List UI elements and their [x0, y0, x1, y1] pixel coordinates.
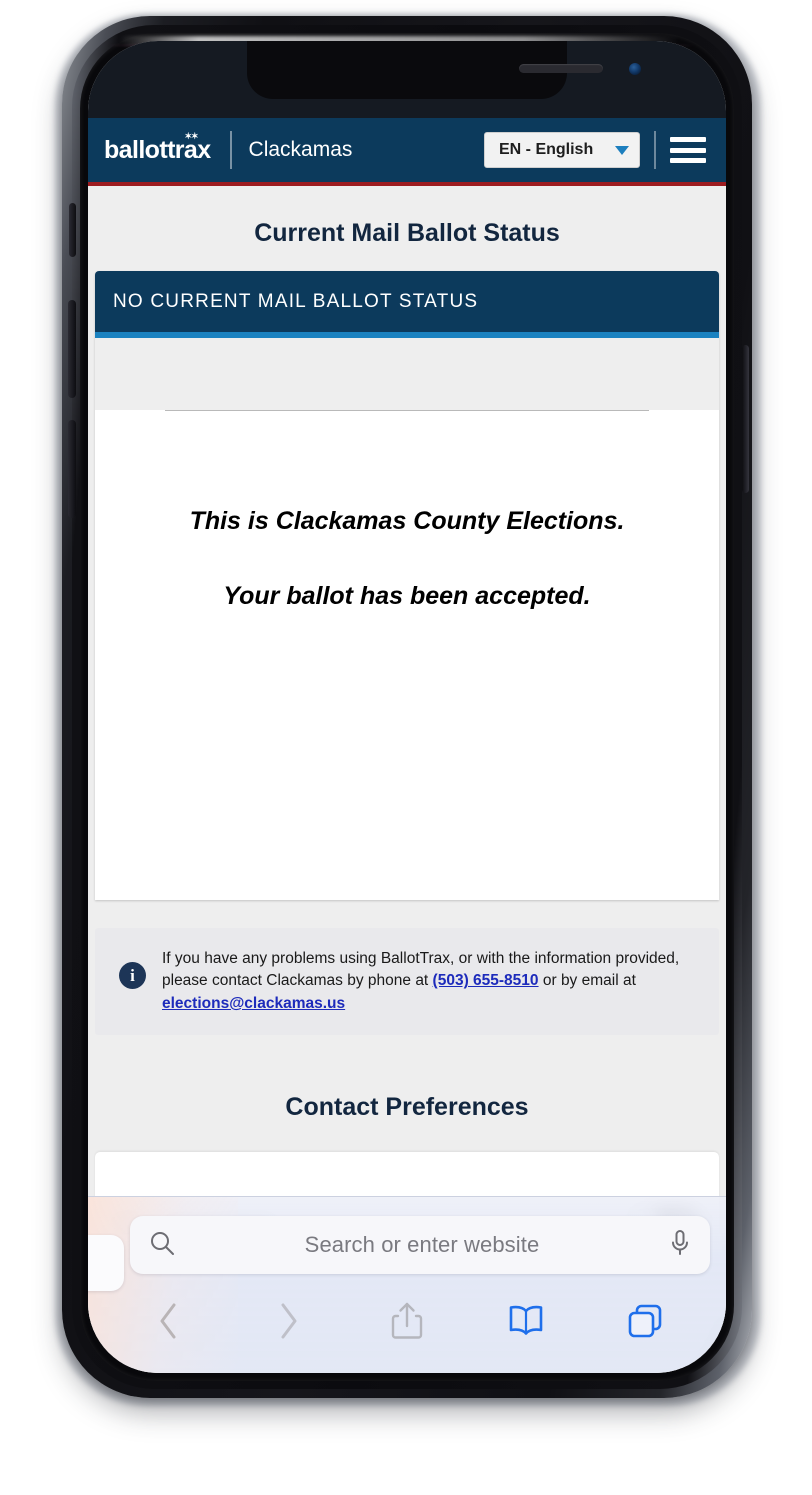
browser-toolbar	[88, 1289, 726, 1353]
front-camera-icon	[629, 63, 641, 75]
header-divider-2	[654, 131, 656, 169]
address-bar[interactable]: Search or enter website	[130, 1216, 710, 1274]
language-select[interactable]: EN - English	[484, 132, 640, 168]
share-button[interactable]	[376, 1293, 438, 1349]
support-email-link[interactable]: elections@clackamas.us	[162, 995, 345, 1012]
help-text-part-2: or by email at	[538, 972, 636, 990]
hamburger-line	[670, 137, 706, 142]
forward-button[interactable]	[257, 1293, 319, 1349]
phone-photo: ✶✶ ballottrax Clackamas EN - English Cur…	[0, 0, 812, 1495]
chevron-down-icon	[615, 145, 629, 155]
volume-up-button[interactable]	[68, 300, 76, 398]
hamburger-line	[670, 158, 706, 163]
info-icon: i	[119, 962, 146, 989]
tabs-button[interactable]	[614, 1293, 676, 1349]
header-divider	[229, 131, 232, 169]
url-bar-row: Search or enter website	[88, 1213, 726, 1291]
search-icon	[148, 1229, 176, 1262]
volume-down-button[interactable]	[68, 420, 76, 518]
phone-screen: ✶✶ ballottrax Clackamas EN - English Cur…	[88, 41, 726, 1373]
back-button[interactable]	[138, 1293, 200, 1349]
help-text: If you have any problems using BallotTra…	[162, 948, 701, 1015]
status-card: NO CURRENT MAIL BALLOT STATUS This is Cl…	[95, 271, 719, 900]
mute-switch[interactable]	[69, 203, 76, 257]
page-title: Current Mail Ballot Status	[254, 219, 560, 247]
status-badge: NO CURRENT MAIL BALLOT STATUS	[95, 271, 719, 338]
contact-preferences-title: Contact Preferences	[285, 1093, 529, 1122]
power-button[interactable]	[742, 345, 749, 493]
logo-stars-icon: ✶✶	[184, 130, 198, 141]
adjacent-tab-peek[interactable]	[88, 1235, 124, 1291]
hamburger-menu-icon[interactable]	[670, 137, 706, 163]
ballottrax-logo[interactable]: ✶✶ ballottrax	[104, 131, 213, 165]
status-body: This is Clackamas County Elections. Your…	[95, 410, 719, 900]
support-phone-link[interactable]: (503) 655-8510	[433, 972, 539, 989]
status-message: This is Clackamas County Elections. Your…	[115, 411, 699, 613]
microphone-icon[interactable]	[668, 1228, 692, 1263]
notch-strip	[88, 41, 726, 118]
speaker-grille-icon	[519, 64, 603, 73]
language-select-value: EN - English	[499, 141, 594, 158]
address-bar-placeholder: Search or enter website	[304, 1232, 540, 1257]
screen-surface: ✶✶ ballottrax Clackamas EN - English Cur…	[88, 41, 726, 1373]
county-name: Clackamas	[248, 138, 353, 161]
status-message-line-1: This is Clackamas County Elections.	[189, 507, 625, 535]
app-header: ✶✶ ballottrax Clackamas EN - English	[88, 118, 726, 186]
web-page: ✶✶ ballottrax Clackamas EN - English Cur…	[88, 118, 726, 1373]
hamburger-line	[670, 147, 706, 153]
help-box: i If you have any problems using BallotT…	[95, 928, 719, 1036]
bookmarks-button[interactable]	[495, 1293, 557, 1349]
display-notch	[247, 41, 641, 99]
status-message-line-2: Your ballot has been accepted.	[223, 582, 591, 610]
browser-chrome: Search or enter website	[88, 1196, 726, 1373]
